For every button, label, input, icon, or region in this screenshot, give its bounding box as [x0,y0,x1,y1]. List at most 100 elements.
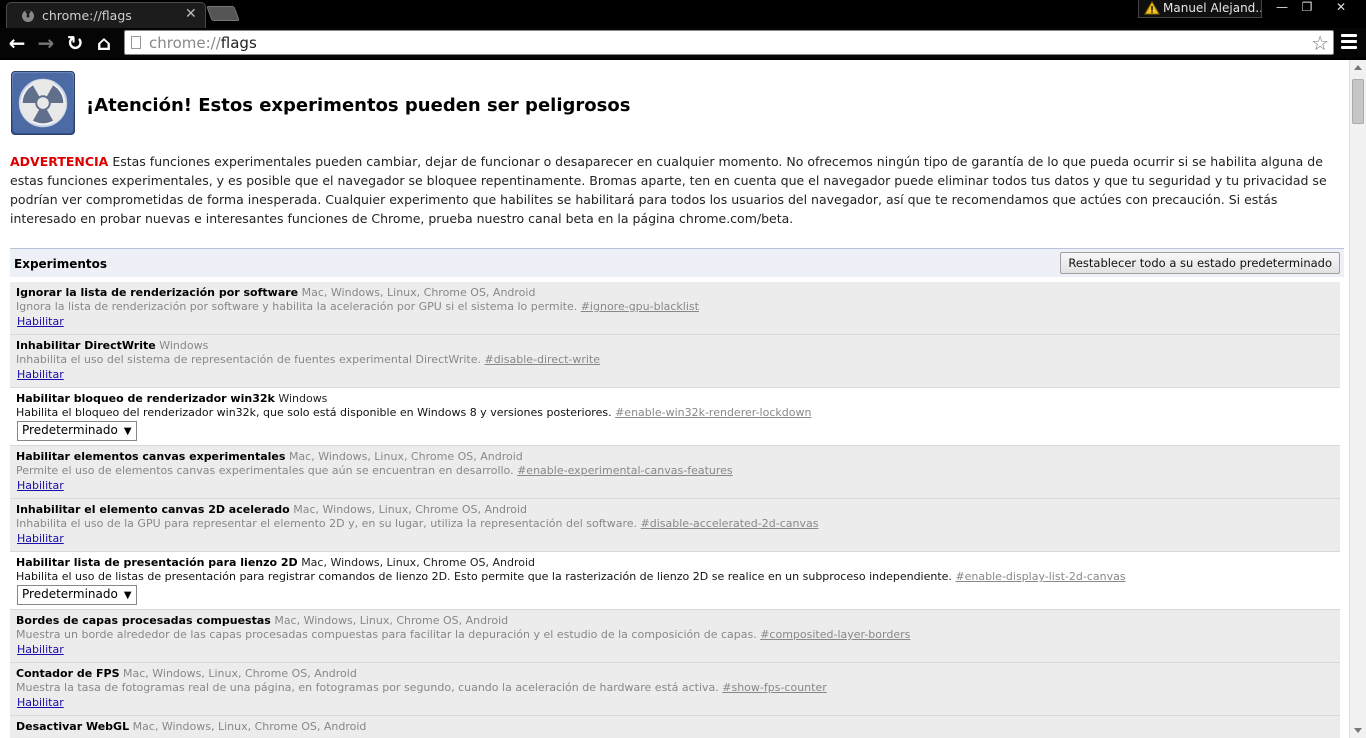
enable-link[interactable]: Habilitar [17,696,64,709]
experiment-description-line: Ignora la lista de renderización por sof… [16,300,1334,313]
enable-link[interactable]: Habilitar [17,532,64,545]
scrollbar-thumb[interactable] [1352,79,1364,124]
experiment-description-line: Inhabilita el uso del sistema de represe… [16,353,1334,366]
home-button[interactable]: ⌂ [93,32,115,54]
experiment-anchor-link[interactable]: #ignore-gpu-blacklist [581,300,699,313]
restore-button[interactable]: ❐ [1295,0,1319,18]
experiment-title-line: Desactivar WebGL Mac, Windows, Linux, Ch… [16,720,1334,733]
experiment-description-line: Muestra la tasa de fotogramas real de un… [16,681,1334,694]
reload-button[interactable]: ↻ [64,32,86,54]
experiment-platforms: Mac, Windows, Linux, Chrome OS, Android [288,450,523,463]
experiment-title-line: Habilitar bloqueo de renderizador win32k… [16,392,1334,405]
tab-title: chrome://flags [42,8,132,23]
address-bar[interactable]: chrome://flags ☆ [124,30,1334,55]
enable-link[interactable]: Habilitar [17,479,64,492]
experiment-description: Inhabilita el uso del sistema de represe… [16,353,481,366]
experiment-select-value: Predeterminado [22,587,118,601]
profile-name: Manuel Alejand... [1163,1,1262,15]
experiment-anchor-link[interactable]: #show-fps-counter [722,681,827,694]
experiment-platforms: Mac, Windows, Linux, Chrome OS, Android [301,286,536,299]
experiment-row: Habilitar elementos canvas experimentale… [10,446,1340,499]
experiment-name: Habilitar elementos canvas experimentale… [16,450,286,463]
experiment-description-line: Permite el uso de elementos canvas exper… [16,464,1334,477]
url-host: flags [220,34,257,52]
dropdown-arrow-icon: ▼ [123,426,132,437]
reset-all-button[interactable]: Restablecer todo a su estado predetermin… [1060,252,1340,274]
url-text[interactable]: chrome://flags [149,34,257,52]
tab-close-icon[interactable]: ✕ [185,6,197,22]
experiment-description-line: Habilita el uso de listas de presentació… [16,570,1334,583]
tab-flags[interactable]: chrome://flags ✕ [6,2,206,28]
scroll-down-icon[interactable] [1354,728,1362,733]
experiment-select[interactable]: Predeterminado ▼ [17,585,137,605]
experiment-title-line: Inhabilitar el elemento canvas 2D aceler… [16,503,1334,516]
bookmark-star-icon[interactable]: ☆ [1311,31,1329,55]
warning-icon [1144,1,1160,15]
experiment-platforms: Windows [278,392,328,405]
experiment-row: Contador de FPS Mac, Windows, Linux, Chr… [10,663,1340,716]
experiments-list: Ignorar la lista de renderización por so… [10,282,1340,738]
experiment-row: Inhabilitar DirectWrite Windows Inhabilit… [10,335,1340,388]
experiment-title-line: Habilitar elementos canvas experimentale… [16,450,1334,463]
warning-label: ADVERTENCIA [10,154,109,169]
experiment-anchor-link[interactable]: #enable-experimental-canvas-features [517,464,733,477]
experiments-header: Experimentos Restablecer todo a su estad… [10,248,1344,277]
enable-link[interactable]: Habilitar [17,315,64,328]
warning-paragraph: ADVERTENCIA Estas funciones experimental… [10,152,1342,228]
toolbar: ← → ↻ ⌂ chrome://flags ☆ [0,28,1366,58]
experiment-platforms: Mac, Windows, Linux, Chrome OS, Android [274,614,509,627]
forward-button[interactable]: → [35,32,57,54]
experiment-title-line: Contador de FPS Mac, Windows, Linux, Chr… [16,667,1334,680]
close-window-button[interactable]: ✕ [1321,0,1361,18]
experiment-name: Habilitar lista de presentación para lie… [16,556,298,569]
experiment-description: Habilita el uso de listas de presentació… [16,570,952,583]
chrome-menu-icon[interactable] [1341,34,1357,50]
scroll-up-icon[interactable] [1354,65,1362,70]
experiment-anchor-link[interactable]: #disable-direct-write [484,353,600,366]
experiment-description: Habilita el bloqueo del renderizador win… [16,406,612,419]
experiment-platforms: Mac, Windows, Linux, Chrome OS, Android [132,720,367,733]
experiment-platforms: Mac, Windows, Linux, Chrome OS, Android [301,556,535,569]
experiment-row: Bordes de capas procesadas compuestas Ma… [10,610,1340,663]
minimize-button[interactable]: — [1269,0,1295,18]
experiment-description-line: Inhabilita el uso de la GPU para represe… [16,517,1334,530]
profile-button[interactable]: Manuel Alejand... [1138,0,1262,18]
experiment-name: Contador de FPS [16,667,120,680]
experiment-description-line: Habilita el bloqueo del renderizador win… [16,406,1334,419]
vertical-scrollbar[interactable] [1349,60,1366,738]
experiment-description: Inhabilita el uso de la GPU para represe… [16,517,638,530]
enable-link[interactable]: Habilitar [17,643,64,656]
experiment-title-line: Inhabilitar DirectWrite Windows [16,339,1334,352]
experiments-label: Experimentos [14,257,108,271]
page-icon [131,36,141,49]
experiment-anchor-link[interactable]: #composited-layer-borders [760,628,910,641]
new-tab-button[interactable] [206,6,240,21]
experiment-row: Inhabilitar el elemento canvas 2D aceler… [10,499,1340,552]
experiment-select[interactable]: Predeterminado ▼ [17,421,137,441]
experiment-platforms: Mac, Windows, Linux, Chrome OS, Android [123,667,357,680]
experiment-name: Inhabilitar el elemento canvas 2D aceler… [16,503,290,516]
experiment-title-line: Ignorar la lista de renderización por so… [16,286,1334,299]
experiment-anchor-link[interactable]: #enable-display-list-2d-canvas [955,570,1125,583]
page-content: ¡Atención! Estos experimentos pueden ser… [0,60,1366,738]
experiment-description: Muestra la tasa de fotogramas real de un… [16,681,719,694]
dropdown-arrow-icon: ▼ [123,590,132,601]
experiment-platforms: Mac, Windows, Linux, Chrome OS, Android [293,503,528,516]
experiment-select-value: Predeterminado [22,423,118,437]
experiment-title-line: Habilitar lista de presentación para lie… [16,556,1334,569]
experiment-description: Ignora la lista de renderización por sof… [16,300,578,313]
experiment-description: Muestra un borde alrededor de las capas … [16,628,757,641]
experiment-description-line: Muestra un borde alrededor de las capas … [16,628,1334,641]
url-scheme: chrome:// [149,34,221,52]
experiment-row: Ignorar la lista de renderización por so… [10,282,1340,335]
experiment-name: Ignorar la lista de renderización por so… [16,286,299,299]
experiment-name: Desactivar WebGL [16,720,130,733]
warning-text: Estas funciones experimentales pueden ca… [10,154,1327,226]
page-title: ¡Atención! Estos experimentos pueden ser… [86,95,631,116]
enable-link[interactable]: Habilitar [17,368,64,381]
back-button[interactable]: ← [6,32,28,54]
experiment-anchor-link[interactable]: #disable-accelerated-2d-canvas [641,517,819,530]
experiment-row: Desactivar WebGL Mac, Windows, Linux, Ch… [10,716,1340,738]
experiment-anchor-link[interactable]: #enable-win32k-renderer-lockdown [615,406,811,419]
experiment-name: Habilitar bloqueo de renderizador win32k [16,392,275,405]
